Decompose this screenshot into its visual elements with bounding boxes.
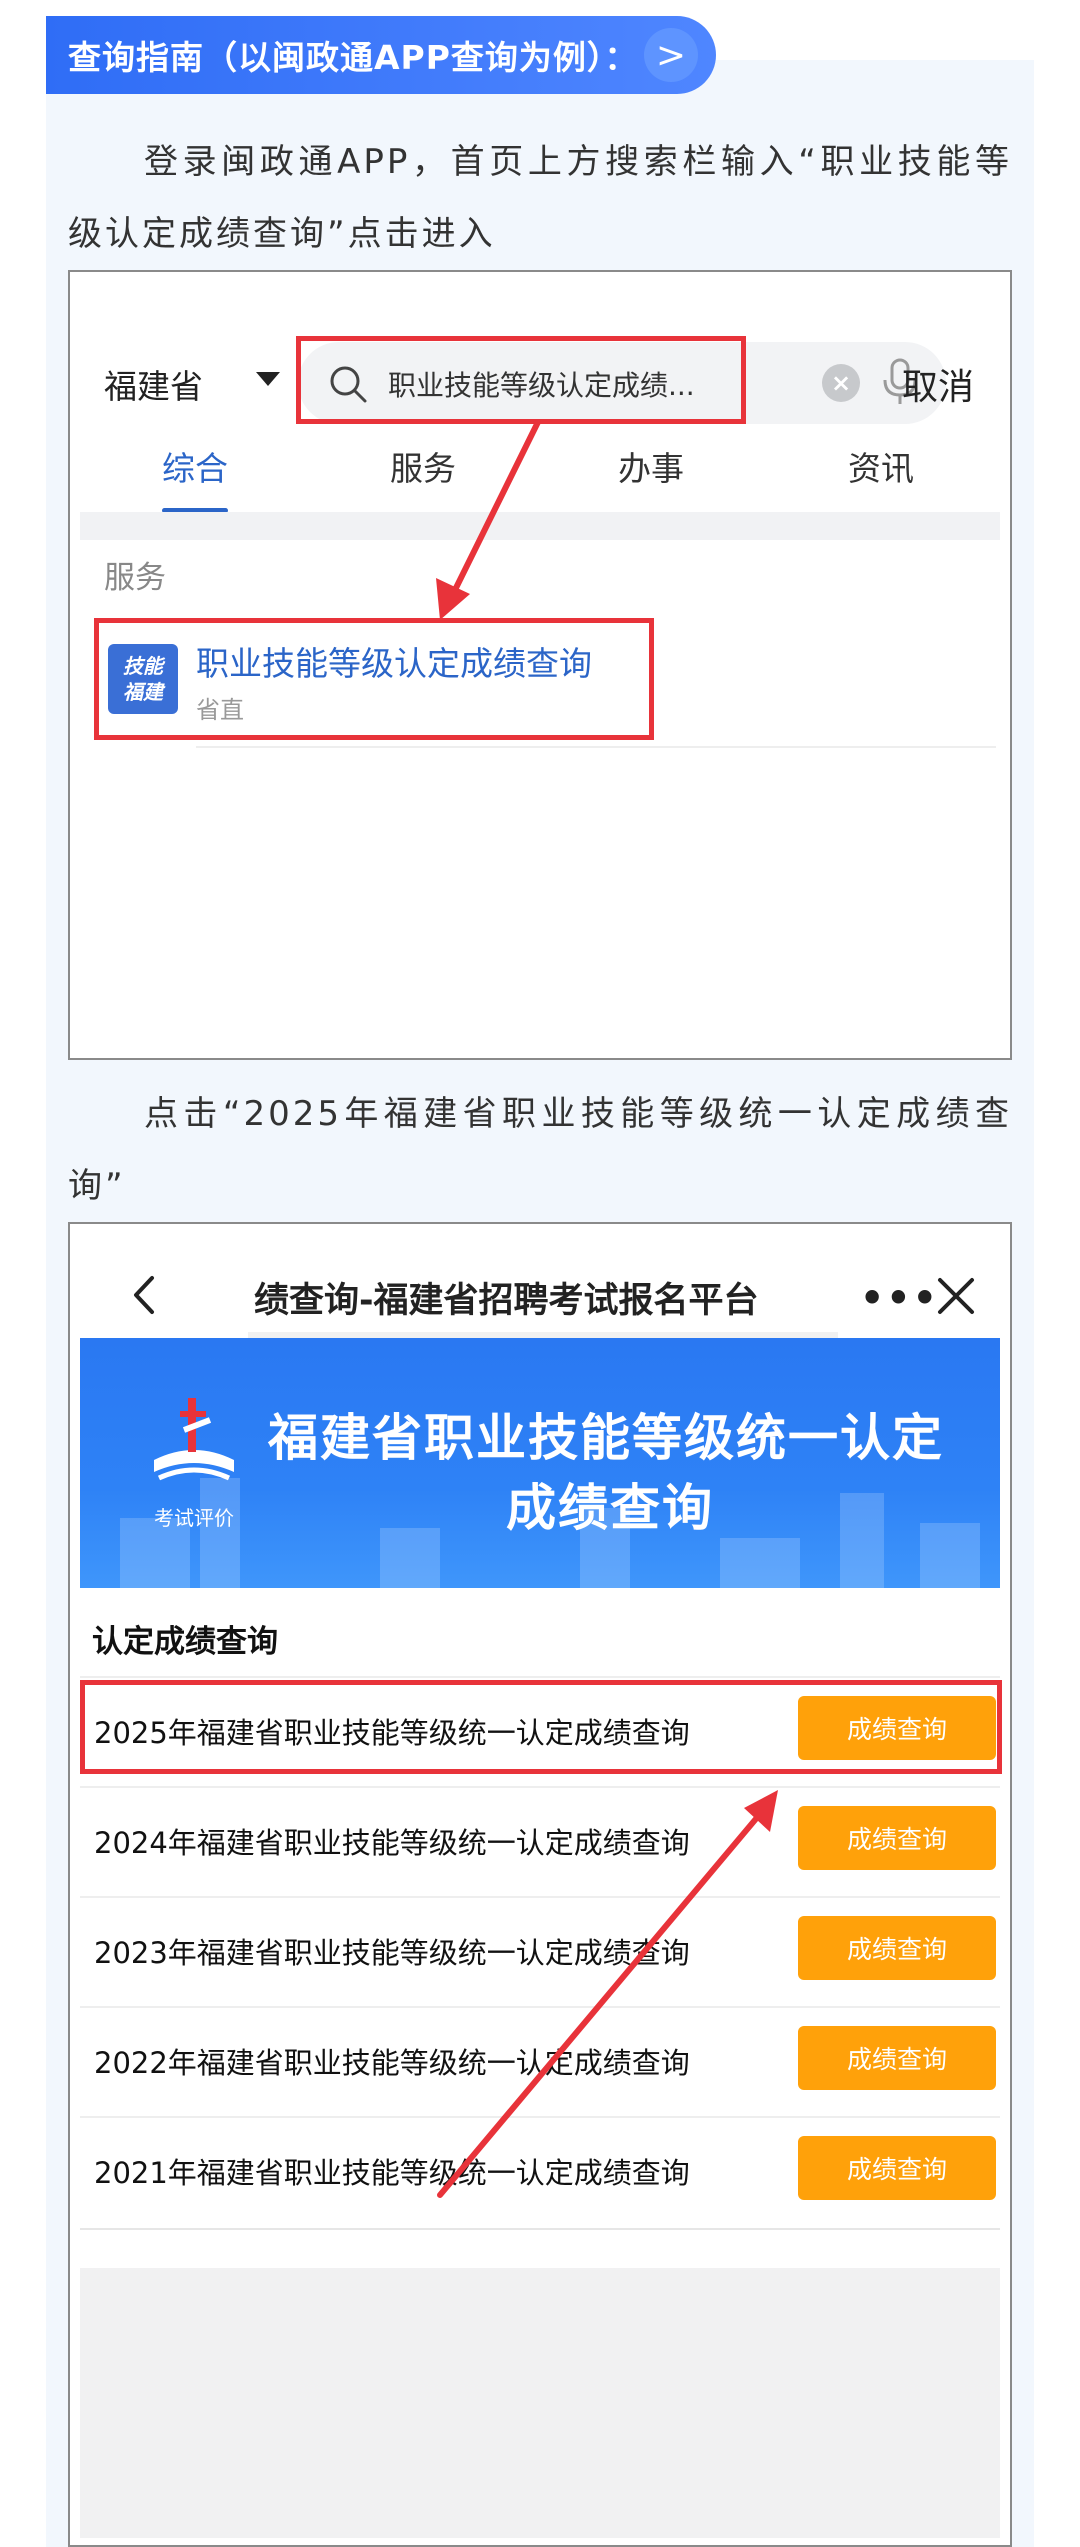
- step-1-text: 登录闽政通APP，首页上方搜索栏输入“职业技能等级认定成绩查询”点击进入: [68, 142, 1012, 254]
- query-row-2022: 2022年福建省职业技能等级统一认定成绩查询 成绩查询: [80, 2006, 1000, 2112]
- province-selector[interactable]: 福建省: [104, 360, 203, 408]
- cancel-button[interactable]: 取消: [902, 358, 974, 410]
- caret-down-icon[interactable]: [256, 372, 280, 386]
- score-query-button[interactable]: 成绩查询: [798, 2026, 996, 2090]
- tab-services[interactable]: 服务: [390, 442, 456, 490]
- banner: 考试评价 福建省职业技能等级统一认定 成绩查询: [80, 1338, 1000, 1588]
- banner-building: [920, 1523, 980, 1588]
- section-title: 认定成绩查询: [92, 1624, 278, 1660]
- clear-icon[interactable]: ×: [822, 364, 860, 402]
- app-search-screenshot: 福建省 职业技能等级认定成绩... × 取消 综合 服务 办事 资讯 服务 技能…: [68, 270, 1012, 1060]
- list-bottom-divider: [80, 2228, 1000, 2230]
- score-query-button[interactable]: 成绩查询: [798, 1916, 996, 1980]
- back-arrow-icon[interactable]: [126, 1272, 162, 1318]
- more-icon[interactable]: •••: [860, 1276, 939, 1320]
- query-row-2023: 2023年福建省职业技能等级统一认定成绩查询 成绩查询: [80, 1896, 1000, 2002]
- guide-title: 查询指南（以闽政通APP查询为例）：: [68, 38, 639, 77]
- banner-title-line2: 成绩查询: [506, 1478, 714, 1537]
- banner-building: [380, 1528, 440, 1588]
- tab-news[interactable]: 资讯: [848, 442, 914, 490]
- exam-logo-icon: [154, 1398, 234, 1481]
- close-icon[interactable]: [936, 1276, 976, 1316]
- section-divider: [80, 512, 1000, 540]
- query-row-label: 2022年福建省职业技能等级统一认定成绩查询: [94, 2046, 690, 2080]
- tab-comprehensive[interactable]: 综合: [162, 442, 228, 490]
- row-highlight-box: [80, 1680, 1002, 1774]
- score-query-button[interactable]: 成绩查询: [798, 2136, 996, 2200]
- banner-building: [840, 1493, 884, 1588]
- query-row-2021: 2021年福建省职业技能等级统一认定成绩查询 成绩查询: [80, 2116, 1000, 2222]
- query-row-label: 2021年福建省职业技能等级统一认定成绩查询: [94, 2156, 690, 2190]
- empty-area: [80, 2268, 1000, 2538]
- section-label: 服务: [104, 560, 166, 596]
- logo-caption: 考试评价: [154, 1506, 234, 1530]
- query-row-label: 2024年福建省职业技能等级统一认定成绩查询: [94, 1826, 690, 1860]
- guide-header: 查询指南（以闽政通APP查询为例）： >: [46, 16, 716, 94]
- result-highlight-box: [94, 618, 654, 740]
- chevron-right-icon[interactable]: >: [644, 28, 698, 82]
- score-query-button[interactable]: 成绩查询: [798, 1806, 996, 1870]
- tab-affairs[interactable]: 办事: [618, 442, 684, 490]
- score-query-screenshot: 绩查询-福建省招聘考试报名平台 ••• 考试评价 福建省职业技能等级统一认定 成…: [68, 1222, 1012, 2547]
- banner-building: [720, 1538, 800, 1588]
- result-divider: [196, 746, 996, 748]
- step-2-text: 点击“2025年福建省职业技能等级统一认定成绩查询”: [68, 1094, 1012, 1206]
- query-row-2024: 2024年福建省职业技能等级统一认定成绩查询 成绩查询: [80, 1786, 1000, 1892]
- banner-title-line1: 福建省职业技能等级统一认定: [268, 1408, 944, 1467]
- query-row-label: 2023年福建省职业技能等级统一认定成绩查询: [94, 1936, 690, 1970]
- page-title: 绩查询-福建省招聘考试报名平台: [254, 1281, 759, 1321]
- search-highlight-box: [296, 336, 746, 424]
